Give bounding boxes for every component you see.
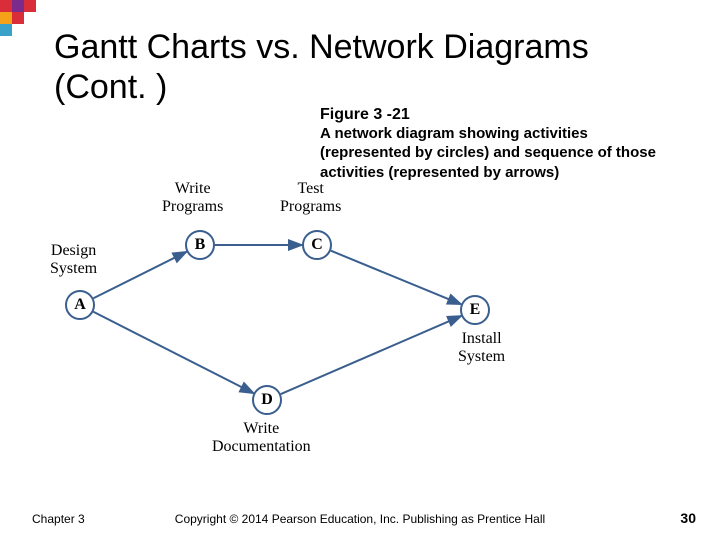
edge-d-e bbox=[281, 316, 461, 394]
edge-c-e bbox=[331, 251, 461, 305]
node-a: A bbox=[65, 290, 95, 320]
network-diagram: ADesignSystemBWriteProgramsCTestPrograms… bbox=[40, 190, 540, 450]
node-e: E bbox=[460, 295, 490, 325]
node-label-c: TestPrograms bbox=[280, 180, 341, 216]
brand-logo bbox=[0, 0, 48, 48]
footer-page-number: 30 bbox=[680, 510, 696, 526]
node-label-b: WritePrograms bbox=[162, 180, 223, 216]
node-label-a: DesignSystem bbox=[50, 242, 97, 278]
edge-a-d bbox=[93, 312, 253, 393]
figure-caption-heading: Figure 3 -21 bbox=[320, 106, 410, 123]
figure-caption-body: A network diagram showing activities (re… bbox=[320, 125, 656, 180]
slide-title-line2: (Cont. ) bbox=[54, 68, 167, 107]
node-d: D bbox=[252, 385, 282, 415]
footer-copyright: Copyright © 2014 Pearson Education, Inc.… bbox=[0, 512, 720, 526]
figure-caption: Figure 3 -21 A network diagram showing a… bbox=[320, 105, 680, 182]
node-label-d: WriteDocumentation bbox=[212, 420, 311, 456]
node-b: B bbox=[185, 230, 215, 260]
node-label-e: InstallSystem bbox=[458, 330, 505, 366]
edge-a-b bbox=[93, 252, 186, 299]
slide-title-line1: Gantt Charts vs. Network Diagrams bbox=[54, 28, 589, 67]
node-c: C bbox=[302, 230, 332, 260]
